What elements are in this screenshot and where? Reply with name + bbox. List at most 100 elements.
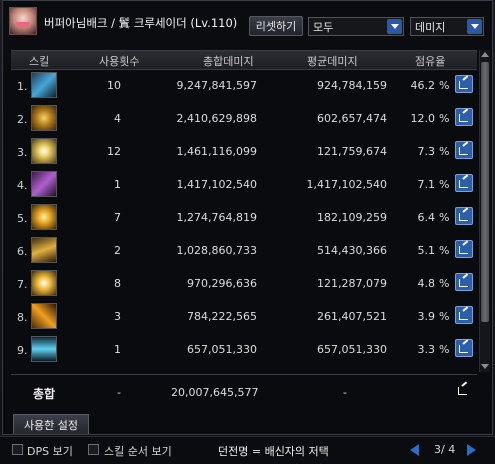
character-avatar [9,7,37,35]
skill-icon [31,270,57,296]
row-count: 7 [114,211,121,224]
skill-icon [31,171,57,197]
filter-select[interactable]: 모두 [308,17,404,36]
total-row: 총합 - 20,007,645,577 - [11,374,477,407]
table-row: 1. 10 9,247,841,597 924,784,159 46.2% [11,71,477,99]
metric-select-value: 데미지 [415,20,446,34]
row-avg: 602,657,474 [317,112,387,125]
footer-bar: DPS 보기 스킬 순서 보기 던전명 = 배신자의 저택 3/ 4 [0,436,495,464]
row-count: 2 [114,244,121,257]
reset-button[interactable]: 리셋하기 [249,16,303,36]
character-title: 버퍼아님배크 / 鬒 크루세이더 (Lv.110) [44,16,238,30]
share-icon[interactable] [455,108,473,126]
table-header: 스킬 사용횟수 총합데미지 평균데미지 점유율 [11,50,477,70]
table-row: 4. 1 1,417,102,540 1,417,102,540 7.1% [11,170,477,198]
filter-select-value: 모두 [313,20,334,34]
row-total: 1,417,102,540 [176,178,257,191]
damage-stats-panel: 버퍼아님배크 / 鬒 크루세이더 (Lv.110) 리셋하기 모두 데미지 스킬… [2,0,493,435]
scroll-down-icon[interactable] [481,362,489,372]
table-row: 3. 12 1,461,116,099 121,759,674 7.3% [11,137,477,165]
row-rank: 4. [17,179,28,192]
skill-icon [31,105,57,131]
next-page-icon[interactable] [464,443,478,457]
skill-icon [31,303,57,329]
dungeon-name: 던전명 = 배신자의 저택 [218,445,329,458]
share-icon[interactable] [455,75,473,93]
row-count: 12 [107,145,121,158]
row-avg: 924,784,159 [317,79,387,92]
row-share: 5.1 [417,244,436,257]
skill-icon [31,204,57,230]
share-icon[interactable] [455,174,473,192]
row-avg: 657,051,330 [317,343,387,356]
row-rank: 1. [17,80,28,93]
share-icon[interactable] [455,339,473,357]
skill-icon [31,336,57,362]
percent-sign: % [439,79,450,92]
skill-icon [31,138,57,164]
table-row: 9. 1 657,051,330 657,051,330 3.3% [11,335,477,363]
row-total: 2,410,629,898 [176,112,257,125]
row-rank: 2. [17,113,28,126]
row-total: 1,274,764,819 [176,211,257,224]
percent-sign: % [439,244,450,257]
row-rank: 8. [17,311,28,324]
percent-sign: % [439,112,450,125]
row-count: 3 [114,310,121,323]
prev-page-icon[interactable] [408,443,422,457]
share-icon[interactable] [455,273,473,291]
row-share: 7.1 [417,178,436,191]
row-avg: 261,407,521 [317,310,387,323]
total-damage: 20,007,645,577 [171,386,259,399]
row-rank: 7. [17,278,28,291]
row-total: 970,296,636 [187,277,257,290]
chevron-down-icon[interactable] [387,19,402,34]
row-total: 784,222,565 [187,310,257,323]
share-icon[interactable] [455,207,473,225]
header-share: 점유율 [415,55,446,68]
percent-sign: % [439,343,450,356]
row-avg: 182,109,259 [317,211,387,224]
row-avg: 1,417,102,540 [306,178,387,191]
row-total: 9,247,841,597 [176,79,257,92]
total-avg: - [343,386,347,399]
row-share: 46.2 [410,79,436,92]
row-share: 4.8 [417,277,436,290]
tab-used-settings[interactable]: 사용한 설정 [13,414,89,434]
table-scrollbar[interactable] [479,50,490,372]
row-avg: 121,759,674 [317,145,387,158]
chevron-down-icon[interactable] [467,19,482,34]
percent-sign: % [439,277,450,290]
row-total: 1,461,116,099 [176,145,257,158]
table-row: 8. 3 784,222,565 261,407,521 3.9% [11,302,477,330]
panel-header: 버퍼아님배크 / 鬒 크루세이더 (Lv.110) 리셋하기 모두 데미지 [3,1,494,41]
table-row: 5. 7 1,274,764,819 182,109,259 6.4% [11,203,477,231]
table-row: 6. 2 1,028,860,733 514,430,366 5.1% [11,236,477,264]
row-count: 8 [114,277,121,290]
skill-order-label: 스킬 순서 보기 [104,445,172,458]
skill-order-checkbox[interactable] [88,444,99,455]
dps-checkbox[interactable] [12,444,23,455]
share-icon[interactable] [455,240,473,258]
row-share: 3.9 [417,310,436,323]
table-row: 7. 8 970,296,636 121,287,079 4.8% [11,269,477,297]
skill-icon [31,72,57,98]
header-count: 사용횟수 [99,55,140,68]
table-row: 2. 4 2,410,629,898 602,657,474 12.0% [11,104,477,132]
row-total: 1,028,860,733 [176,244,257,257]
row-rank: 5. [17,212,28,225]
share-icon[interactable] [455,306,473,324]
share-icon[interactable] [455,141,473,159]
header-skill: 스킬 [29,55,50,68]
page-indicator: 3/ 4 [434,443,456,456]
header-avg: 평균데미지 [307,55,358,68]
scroll-up-icon[interactable] [481,50,489,60]
metric-select[interactable]: 데미지 [410,17,484,36]
share-total-button[interactable] [455,382,473,400]
total-count: - [117,386,121,399]
percent-sign: % [439,178,450,191]
row-share: 12.0 [410,112,436,125]
percent-sign: % [439,145,450,158]
percent-sign: % [439,310,450,323]
scroll-thumb[interactable] [481,62,489,322]
